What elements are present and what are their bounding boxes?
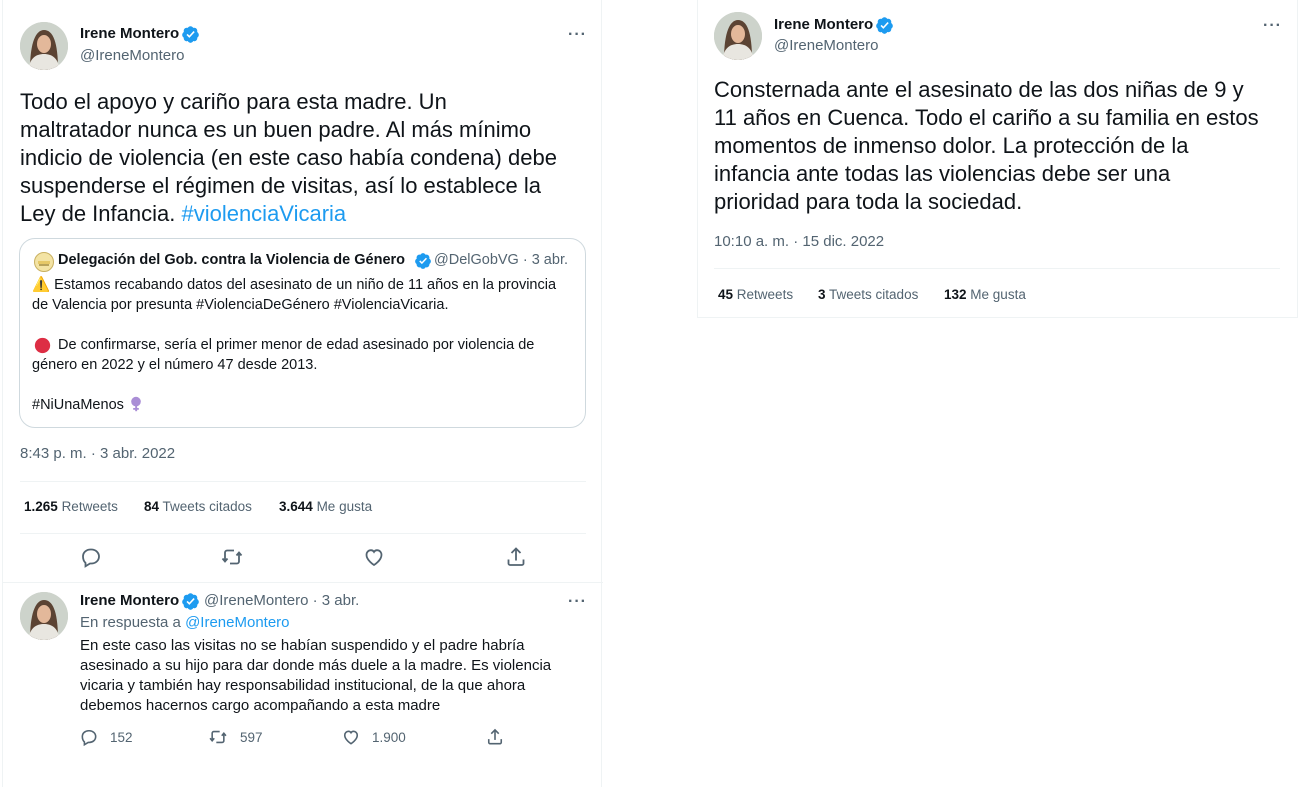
verified-badge-icon (182, 593, 199, 610)
author-avatar[interactable] (714, 12, 762, 60)
like-count: 1.900 (372, 730, 406, 745)
divider (20, 481, 586, 482)
tweet-text: Todo el apoyo y cariño para esta madre. … (20, 89, 557, 226)
divider (3, 582, 603, 583)
likes-stat[interactable]: 3.644 Me gusta (279, 499, 372, 514)
right-tweet-panel: Irene Montero @IreneMontero ··· Constern… (697, 0, 1298, 318)
reply-handle-time[interactable]: @IreneMontero · 3 abr. (204, 592, 359, 609)
quoted-text-line: ⚠️ Estamos recabando datos del asesinato… (32, 277, 557, 293)
verified-badge-icon (415, 253, 431, 269)
quoted-text-line: De confirmarse, sería el primer menor de… (58, 337, 535, 353)
like-icon[interactable] (341, 727, 361, 747)
in-reply-to: En respuesta a @IreneMontero (80, 614, 290, 631)
in-reply-to-handle-link[interactable]: @IreneMontero (185, 614, 289, 631)
retweet-count: 597 (240, 730, 263, 745)
quoted-handle-time: @DelGobVG · 3 abr. (434, 252, 568, 268)
quoted-author-name: Delegación del Gob. contra la Violencia … (58, 252, 406, 268)
divider (20, 533, 586, 534)
reply-icon[interactable] (79, 545, 103, 569)
retweet-icon[interactable] (220, 545, 244, 569)
quote-tweets-stat[interactable]: 84 Tweets citados (144, 499, 252, 514)
hashtag-link[interactable]: #violenciaVicaria (181, 201, 346, 226)
reply-tweet-text: En este caso las visitas no se habían su… (80, 637, 552, 714)
author-name[interactable]: Irene Montero (80, 25, 179, 42)
more-options-icon[interactable]: ··· (568, 593, 587, 611)
divider (714, 268, 1280, 269)
left-tweet-panel: Irene Montero @IreneMontero ··· Todo el … (2, 0, 603, 787)
like-icon[interactable] (362, 545, 386, 569)
quote-tweets-stat[interactable]: 3 Tweets citados (818, 287, 918, 302)
author-handle[interactable]: @IreneMontero (774, 37, 878, 54)
verified-badge-icon (182, 26, 199, 43)
tweet-text: Consternada ante el asesinato de las dos… (714, 77, 1259, 214)
verified-badge-icon (876, 17, 893, 34)
author-name[interactable]: Irene Montero (774, 16, 873, 33)
share-icon[interactable] (504, 545, 528, 569)
gov-seal-icon (34, 252, 54, 272)
share-icon[interactable] (485, 727, 505, 747)
feminist-symbol-icon (131, 396, 141, 412)
author-handle[interactable]: @IreneMontero (80, 47, 184, 64)
quoted-text-line: de Valencia por presunta #ViolenciaDeGén… (32, 297, 449, 313)
more-options-icon[interactable]: ··· (568, 26, 587, 44)
tweet-timestamp[interactable]: 8:43 p. m. · 3 abr. 2022 (20, 445, 175, 462)
red-circle-icon (34, 337, 51, 354)
reply-author-avatar[interactable] (20, 592, 68, 640)
tweet-timestamp[interactable]: 10:10 a. m. · 15 dic. 2022 (714, 233, 884, 250)
reply-count: 152 (110, 730, 133, 745)
retweet-icon[interactable] (208, 727, 228, 747)
quoted-text-line: género en 2022 y el número 47 desde 2013… (32, 357, 318, 373)
reply-author-name[interactable]: Irene Montero (80, 592, 179, 609)
likes-stat[interactable]: 132 Me gusta (944, 287, 1026, 302)
quoted-hashtag-line: #NiUnaMenos (32, 395, 144, 415)
retweets-stat[interactable]: 1.265 Retweets (24, 499, 118, 514)
more-options-icon[interactable]: ··· (1263, 17, 1282, 35)
author-avatar[interactable] (20, 22, 68, 70)
retweets-stat[interactable]: 45 Retweets (718, 287, 793, 302)
quoted-tweet[interactable]: Delegación del Gob. contra la Violencia … (19, 238, 586, 428)
reply-icon[interactable] (79, 727, 99, 747)
